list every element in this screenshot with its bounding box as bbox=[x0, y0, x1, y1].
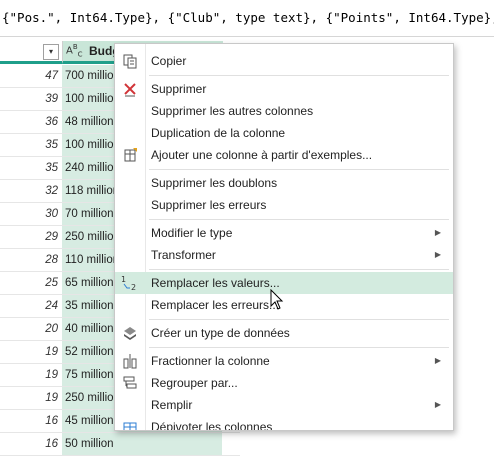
submenu-arrow-icon: ▶ bbox=[434, 356, 441, 365]
menu-separator bbox=[149, 269, 449, 270]
column-context-menu: Copier Supprimer Supprimer les autres co… bbox=[114, 43, 454, 431]
copy-icon bbox=[121, 53, 139, 69]
submenu-arrow-icon: ▶ bbox=[434, 250, 441, 259]
points-cell: 35 bbox=[0, 134, 63, 156]
text-type-icon[interactable]: ABC bbox=[66, 43, 83, 58]
svg-text:1: 1 bbox=[121, 275, 126, 284]
menu-item-remove-duplicates[interactable]: Supprimer les doublons bbox=[115, 172, 453, 194]
menu-item-group-by[interactable]: Regrouper par... bbox=[115, 372, 453, 394]
menu-item-copy[interactable]: Copier bbox=[115, 50, 453, 72]
menu-separator bbox=[149, 219, 449, 220]
menu-item-label: Remplacer les valeurs... bbox=[151, 276, 280, 290]
menu-item-label: Ajouter une colonne à partir d'exemples.… bbox=[151, 148, 373, 162]
group-by-icon bbox=[121, 375, 139, 391]
submenu-arrow-icon: ▶ bbox=[434, 400, 441, 409]
menu-item-label: Remplacer les erreurs... bbox=[151, 298, 280, 312]
menu-item-split-column[interactable]: Fractionner la colonne ▶ bbox=[115, 350, 453, 372]
menu-item-remove-errors[interactable]: Supprimer les erreurs bbox=[115, 194, 453, 216]
menu-item-replace-values[interactable]: 12 Remplacer les valeurs... bbox=[115, 272, 453, 294]
menu-item-fill[interactable]: Remplir ▶ bbox=[115, 394, 453, 416]
table-row[interactable]: 16 50 million bbox=[0, 433, 240, 456]
formula-text: {"Pos.", Int64.Type}, {"Club", type text… bbox=[2, 10, 494, 25]
menu-item-delete[interactable]: Supprimer bbox=[115, 78, 453, 100]
menu-separator bbox=[149, 347, 449, 348]
menu-item-label: Transformer bbox=[151, 248, 216, 262]
points-cell: 35 bbox=[0, 157, 63, 179]
menu-item-remove-other-columns[interactable]: Supprimer les autres colonnes bbox=[115, 100, 453, 122]
points-cell: 19 bbox=[0, 341, 63, 363]
points-cell: 25 bbox=[0, 272, 63, 294]
mouse-pointer-icon bbox=[270, 289, 284, 310]
points-cell: 32 bbox=[0, 180, 63, 202]
points-cell: 19 bbox=[0, 387, 63, 409]
menu-item-label: Créer un type de données bbox=[151, 326, 290, 340]
delete-icon bbox=[121, 81, 139, 97]
points-cell: 19 bbox=[0, 364, 63, 386]
menu-item-label: Supprimer bbox=[151, 82, 207, 96]
menu-item-replace-errors[interactable]: Remplacer les erreurs... bbox=[115, 294, 453, 316]
points-cell: 30 bbox=[0, 203, 63, 225]
menu-item-label: Remplir bbox=[151, 398, 193, 412]
menu-item-label: Duplication de la colonne bbox=[151, 126, 286, 140]
svg-text:2: 2 bbox=[131, 283, 136, 291]
menu-item-change-type[interactable]: Modifier le type ▶ bbox=[115, 222, 453, 244]
menu-separator bbox=[149, 169, 449, 170]
menu-item-column-from-examples[interactable]: Ajouter une colonne à partir d'exemples.… bbox=[115, 144, 453, 166]
menu-item-label: Modifier le type bbox=[151, 226, 233, 240]
submenu-arrow-icon: ▶ bbox=[434, 228, 441, 237]
budget-cell: 50 million bbox=[62, 433, 222, 455]
add-column-icon bbox=[121, 147, 139, 163]
menu-separator bbox=[149, 75, 449, 76]
points-cell: 29 bbox=[0, 226, 63, 248]
points-cell: 39 bbox=[0, 88, 63, 110]
points-cell: 28 bbox=[0, 249, 63, 271]
menu-item-label: Copier bbox=[151, 54, 187, 68]
menu-item-label: Regrouper par... bbox=[151, 376, 238, 390]
points-cell: 20 bbox=[0, 318, 63, 340]
points-cell: 16 bbox=[0, 433, 63, 455]
menu-item-label: Supprimer les doublons bbox=[151, 176, 278, 190]
menu-item-label: Supprimer les autres colonnes bbox=[151, 104, 314, 118]
filter-dropdown-icon[interactable]: ▾ bbox=[43, 44, 59, 60]
data-type-icon bbox=[121, 325, 139, 341]
menu-item-transform[interactable]: Transformer ▶ bbox=[115, 244, 453, 266]
split-column-icon bbox=[121, 353, 139, 369]
unpivot-icon bbox=[121, 419, 139, 430]
column-header-points[interactable]: ▾ bbox=[0, 41, 62, 64]
formula-bar[interactable]: {"Pos.", Int64.Type}, {"Club", type text… bbox=[0, 0, 494, 37]
menu-item-duplicate-column[interactable]: Duplication de la colonne bbox=[115, 122, 453, 144]
menu-item-label: Supprimer les erreurs bbox=[151, 198, 267, 212]
replace-values-icon: 12 bbox=[121, 275, 139, 292]
points-cell: 24 bbox=[0, 295, 63, 317]
menu-separator bbox=[149, 319, 449, 320]
menu-item-create-data-type[interactable]: Créer un type de données bbox=[115, 322, 453, 344]
points-cell: 47 bbox=[0, 65, 63, 87]
menu-item-label: Fractionner la colonne bbox=[151, 354, 270, 368]
points-cell: 36 bbox=[0, 111, 63, 133]
